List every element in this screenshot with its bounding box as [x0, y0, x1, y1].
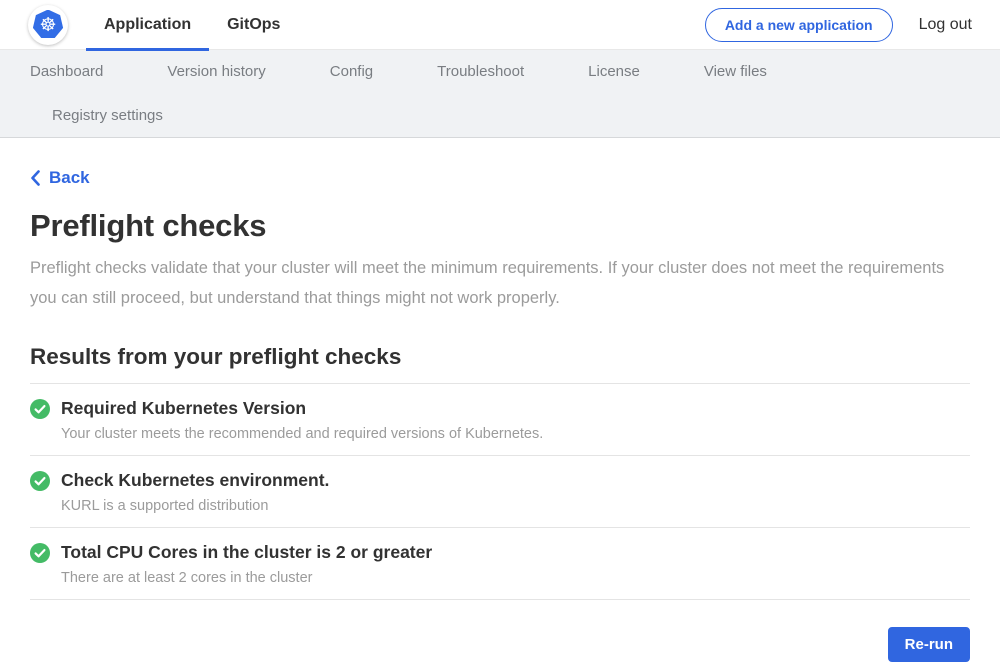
rerun-button[interactable]: Re-run [888, 627, 970, 662]
page-title: Preflight checks [30, 208, 970, 244]
tab-gitops-label: GitOps [227, 16, 280, 34]
page-description: Preflight checks validate that your clus… [30, 253, 950, 313]
check-message: There are at least 2 cores in the cluste… [61, 570, 432, 586]
subnav-item-registry-settings[interactable]: Registry settings [52, 107, 163, 124]
preflight-check-row: Total CPU Cores in the cluster is 2 or g… [30, 528, 970, 600]
success-check-icon [30, 543, 50, 563]
check-message: KURL is a supported distribution [61, 498, 329, 514]
tab-gitops[interactable]: GitOps [209, 0, 298, 50]
preflight-results-list: Required Kubernetes Version Your cluster… [30, 383, 970, 600]
check-text: Check Kubernetes environment. KURL is a … [61, 470, 329, 514]
main-nav-tabs: Application GitOps [86, 0, 298, 50]
ship-wheel-icon: ☸ [39, 16, 56, 35]
tab-application-label: Application [104, 16, 191, 34]
subnav-item-version-history[interactable]: Version history [167, 63, 265, 80]
subnav-item-dashboard[interactable]: Dashboard [30, 63, 103, 80]
subnav-item-license[interactable]: License [588, 63, 640, 80]
check-title: Required Kubernetes Version [61, 398, 543, 419]
page-actions: Re-run [30, 627, 970, 662]
subnav-item-view-files[interactable]: View files [704, 63, 767, 80]
results-heading: Results from your preflight checks [30, 344, 970, 370]
subnav-item-troubleshoot[interactable]: Troubleshoot [437, 63, 524, 80]
logout-link[interactable]: Log out [919, 16, 972, 34]
tab-application[interactable]: Application [86, 0, 209, 50]
kubernetes-logo: ☸ [28, 5, 68, 45]
top-navbar: ☸ Application GitOps Add a new applicati… [0, 0, 1000, 50]
back-link[interactable]: Back [30, 168, 90, 188]
success-check-icon [30, 471, 50, 491]
subnav-item-config[interactable]: Config [330, 63, 373, 80]
navbar-right: Add a new application Log out [705, 8, 972, 42]
preflight-check-row: Check Kubernetes environment. KURL is a … [30, 456, 970, 528]
check-title: Total CPU Cores in the cluster is 2 or g… [61, 542, 432, 563]
check-title: Check Kubernetes environment. [61, 470, 329, 491]
preflight-check-row: Required Kubernetes Version Your cluster… [30, 384, 970, 456]
preflight-page: Back Preflight checks Preflight checks v… [0, 138, 1000, 662]
success-check-icon [30, 399, 50, 419]
app-subnav: Dashboard Version history Config Trouble… [0, 50, 1000, 138]
check-text: Required Kubernetes Version Your cluster… [61, 398, 543, 442]
check-message: Your cluster meets the recommended and r… [61, 426, 543, 442]
add-application-button[interactable]: Add a new application [705, 8, 893, 42]
check-text: Total CPU Cores in the cluster is 2 or g… [61, 542, 432, 586]
subnav-row-1: Dashboard Version history Config Trouble… [30, 50, 970, 94]
back-link-label: Back [49, 168, 90, 188]
kubernetes-heptagon-icon: ☸ [33, 10, 64, 40]
subnav-row-2: Registry settings [30, 94, 970, 138]
chevron-left-icon [30, 170, 40, 186]
